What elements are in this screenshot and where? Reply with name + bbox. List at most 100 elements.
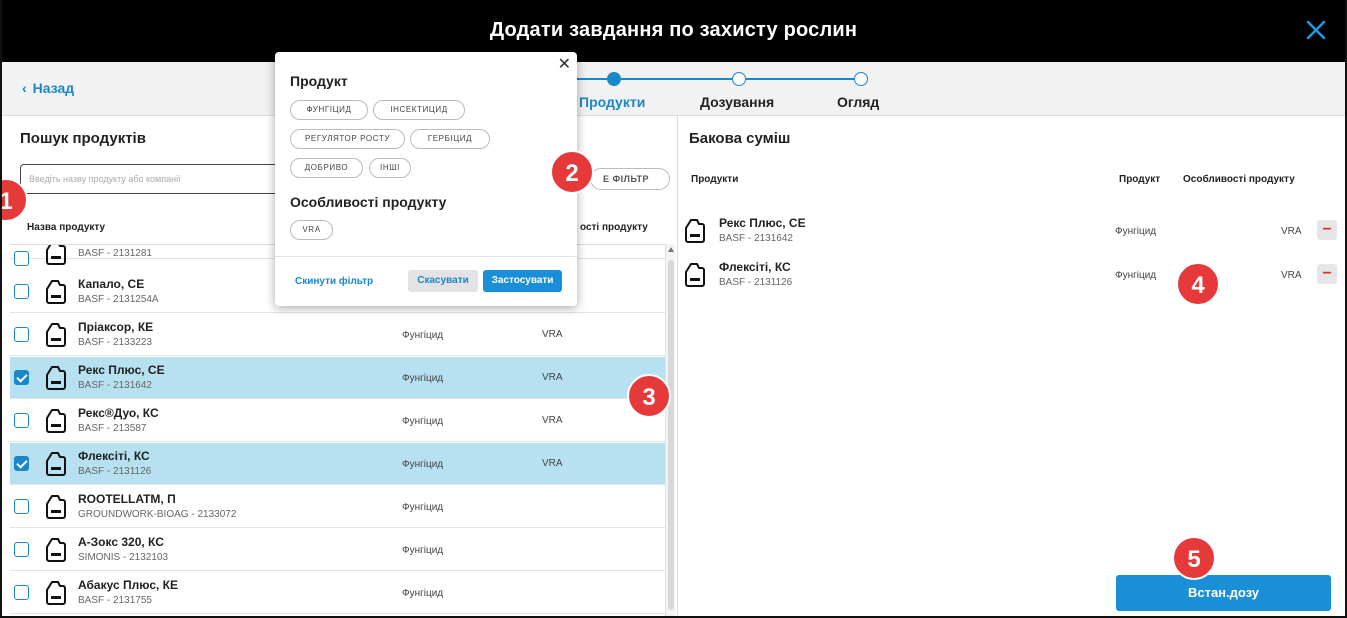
product-checkbox[interactable] <box>14 413 29 428</box>
stepper: Продукти Дозування Огляд <box>577 70 907 110</box>
product-checkbox[interactable] <box>14 542 29 557</box>
product-jug-icon <box>46 245 66 265</box>
scroll-up-icon[interactable] <box>668 247 674 252</box>
chevron-left-icon: ‹ <box>22 80 27 96</box>
filter-popup: ✕ Продукт ФУНГІЦИД ІНСЕКТИЦИД РЕГУЛЯТОР РО… <box>275 52 577 306</box>
product-row[interactable]: Пріаксор, КЕ BASF - 2133223 Фунгіцид VRA <box>10 314 665 356</box>
close-icon[interactable] <box>1303 17 1329 43</box>
apply-button[interactable]: Застосувати <box>483 270 562 292</box>
step-dot-dosing[interactable] <box>732 72 746 86</box>
product-code: BASF - 2131254A <box>78 294 159 305</box>
window-title: Додати завдання по захисту рослин <box>489 19 858 41</box>
filter-button[interactable]: Е ФІЛЬТР <box>590 168 670 190</box>
chip-vra[interactable]: VRA <box>290 220 333 240</box>
column-header-features: ості продукту <box>580 222 648 233</box>
product-row[interactable]: Рекс®Дуо, КС BASF - 213587 Фунгіцид VRA <box>10 400 665 442</box>
product-type: Фунгіцид <box>402 588 444 599</box>
product-name: Капало, СЕ <box>78 277 145 291</box>
product-row[interactable]: Рекс Плюс, СЕ BASF - 2131642 Фунгіцид VRA <box>10 357 665 399</box>
marker-2: 2 <box>550 150 594 194</box>
product-feature: VRA <box>542 329 563 340</box>
remove-product-button[interactable]: − <box>1317 264 1337 284</box>
product-type: Фунгіцид <box>402 373 444 384</box>
tank-product-code: BASF - 2131642 <box>719 233 793 244</box>
chip-product-type[interactable]: ФУНГІЦИД <box>290 100 368 120</box>
chip-product-type[interactable]: ІНШІ <box>369 158 411 178</box>
product-jug-icon <box>685 263 705 287</box>
app-window: Додати завдання по захисту рослин ‹ Назад… <box>0 0 1347 618</box>
product-name: ROOTELLATM, П <box>78 492 176 506</box>
wizard-header: ‹ Назад Продукти Дозування Огляд <box>2 62 1345 116</box>
chip-product-type[interactable]: ДОБРИВО <box>290 158 363 178</box>
product-row[interactable]: ROOTELLATM, П GROUNDWORK-BIOAG - 2133072 Ф… <box>10 486 665 528</box>
product-code: BASF - 2133223 <box>78 337 152 348</box>
remove-product-button[interactable]: − <box>1317 220 1337 240</box>
tank-product-type: Фунгіцид <box>1115 226 1157 237</box>
product-type: Фунгіцид <box>402 502 444 513</box>
step-dot-review[interactable] <box>854 72 868 86</box>
product-name: А-Зокс 320, КС <box>78 535 164 549</box>
chip-product-type[interactable]: ІНСЕКТИЦИД <box>373 100 465 120</box>
tank-product-feature: VRA <box>1281 226 1302 237</box>
product-type: Фунгіцид <box>402 330 444 341</box>
tank-mix-row: Флексіті, КС BASF - 2131126 Фунгіцид VRA − <box>679 254 1339 296</box>
scrollbar-thumb[interactable] <box>668 260 674 610</box>
product-code: BASF - 2131281 <box>78 248 152 259</box>
tank-product-name: Флексіті, КС <box>719 260 791 274</box>
product-checkbox[interactable] <box>14 370 29 385</box>
product-checkbox[interactable] <box>14 327 29 342</box>
product-feature: VRA <box>542 372 563 383</box>
product-row[interactable]: Абакус Плюс, КЕ BASF - 2131755 Фунгіцид <box>10 572 665 614</box>
product-row[interactable]: А-Зокс 320, КС SIMONIS - 2132103 Фунгіцид <box>10 529 665 571</box>
search-input[interactable]: Введіть назву продукту або компанії <box>20 164 300 194</box>
product-checkbox[interactable] <box>14 499 29 514</box>
product-type-heading: Продукт <box>290 73 348 89</box>
product-name: Пріаксор, КЕ <box>78 320 154 334</box>
back-button[interactable]: ‹ Назад <box>22 80 74 96</box>
cancel-button[interactable]: Скасувати <box>408 270 478 292</box>
step-label-products[interactable]: Продукти <box>579 94 645 110</box>
tank-col-product: Продукт <box>1119 174 1161 185</box>
tank-col-features: Особливості продукту <box>1183 174 1295 185</box>
product-name: Флексіті, КС <box>78 449 150 463</box>
product-type: Фунгіцид <box>402 459 444 470</box>
marker-5: 5 <box>1172 536 1216 580</box>
product-checkbox[interactable] <box>14 585 29 600</box>
product-type: Фунгіцид <box>402 545 444 556</box>
product-checkbox[interactable] <box>14 251 29 266</box>
step-label-review[interactable]: Огляд <box>837 94 879 110</box>
list-scrollbar[interactable] <box>665 244 675 616</box>
product-jug-icon <box>46 280 66 304</box>
popup-divider <box>275 256 577 257</box>
product-code: BASF - 2131642 <box>78 380 152 391</box>
set-dose-button[interactable]: Встан.дозу <box>1116 575 1331 611</box>
close-popup-icon[interactable]: ✕ <box>558 54 571 74</box>
product-jug-icon <box>46 581 66 605</box>
column-header-name: Назва продукту <box>27 222 106 233</box>
product-code: BASF - 2131126 <box>78 466 152 477</box>
product-row[interactable]: Флексіті, КС BASF - 2131126 Фунгіцид VRA <box>10 443 665 485</box>
stepper-line <box>621 78 733 80</box>
product-code: SIMONIS - 2132103 <box>78 552 169 563</box>
tank-col-products: Продукти <box>691 174 739 185</box>
step-dot-products[interactable] <box>607 72 621 86</box>
product-feature: VRA <box>542 415 563 426</box>
product-jug-icon <box>46 495 66 519</box>
product-features-heading: Особливості продукту <box>290 194 447 210</box>
reset-filter-link[interactable]: Скинути фільтр <box>295 276 373 287</box>
product-jug-icon <box>46 323 66 347</box>
product-jug-icon <box>685 219 705 243</box>
product-code: BASF - 213587 <box>78 423 147 434</box>
title-bar: Додати завдання по захисту рослин <box>2 0 1345 62</box>
back-label: Назад <box>32 80 75 96</box>
marker-3: 3 <box>627 374 671 418</box>
stepper-line <box>746 78 854 80</box>
chip-product-type[interactable]: РЕГУЛЯТОР РОСТУ <box>290 129 405 149</box>
chip-product-type[interactable]: ГЕРБІЦИД <box>410 129 490 149</box>
tank-product-feature: VRA <box>1281 270 1302 281</box>
tank-mix-panel: Бакова суміш Продукти Продукт Особливост… <box>679 116 1345 616</box>
marker-4: 4 <box>1176 262 1220 306</box>
product-checkbox[interactable] <box>14 456 29 471</box>
product-checkbox[interactable] <box>14 284 29 299</box>
step-label-dosing[interactable]: Дозування <box>700 94 774 110</box>
